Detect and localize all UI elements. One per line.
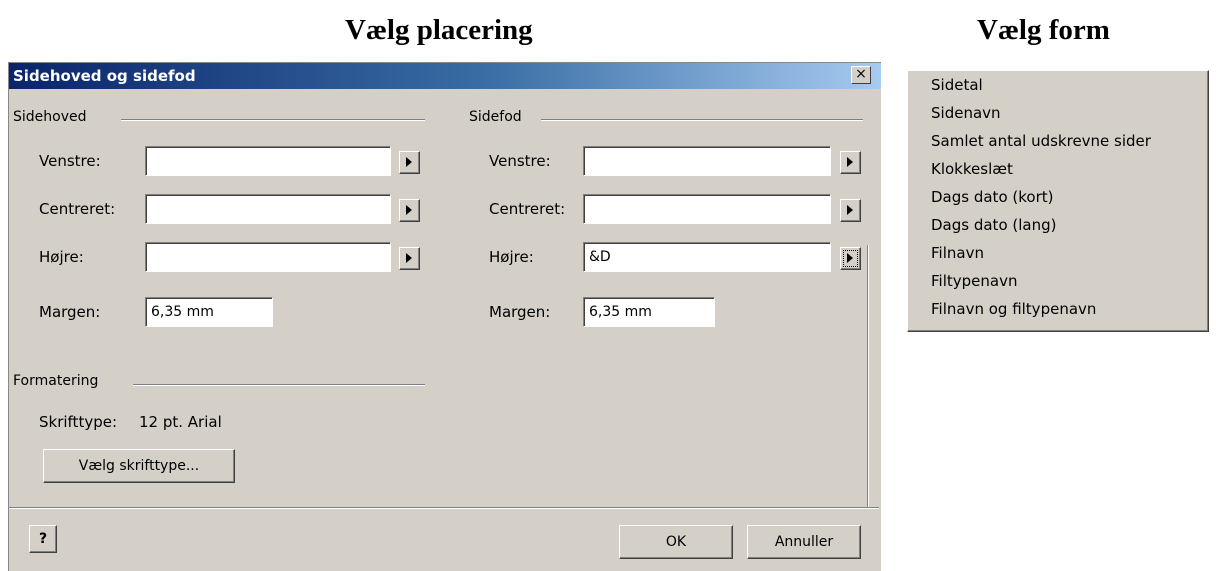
header-center-insert-button[interactable] [399,199,420,222]
font-value: 12 pt. Arial [139,413,222,431]
header-margin-field[interactable]: 6,35 mm [145,297,273,327]
footer-center-label: Centreret: [489,200,566,218]
footer-right-field[interactable]: &D [583,242,831,272]
cancel-button[interactable]: Annuller [747,525,861,559]
arrow-right-icon [406,253,412,263]
menu-item-file-extension[interactable]: Filtypenavn [931,272,1017,290]
menu-item-time[interactable]: Klokkeslæt [931,160,1013,178]
footer-center-field[interactable] [583,194,831,224]
choose-font-button[interactable]: Vælg skrifttype... [43,449,235,483]
header-left-insert-button[interactable] [399,151,420,174]
menu-item-date-short[interactable]: Dags dato (kort) [931,188,1053,206]
dialog-title: Sidehoved og sidefod [13,67,196,85]
help-button[interactable]: ? [29,525,57,553]
menu-item-page-name[interactable]: Sidenavn [931,104,1001,122]
footer-left-insert-button[interactable] [840,151,861,174]
header-left-field[interactable] [145,146,391,176]
arrow-right-icon [847,253,853,263]
menu-connector-line [867,245,869,509]
arrow-right-icon [406,205,412,215]
menu-item-file-name-and-extension[interactable]: Filnavn og filtypenavn [931,300,1096,318]
header-group-label: Sidehoved [13,109,91,125]
format-group-label: Formatering [13,373,103,389]
header-margin-label: Margen: [39,303,101,321]
arrow-right-icon [847,157,853,167]
footer-right-label: Højre: [489,248,534,266]
footer-right-insert-button[interactable] [840,247,861,270]
header-center-field[interactable] [145,194,391,224]
arrow-right-icon [406,157,412,167]
menu-item-file-name[interactable]: Filnavn [931,244,984,262]
menu-item-total-pages[interactable]: Samlet antal udskrevne sider [931,132,1151,150]
close-button[interactable]: × [851,66,871,84]
arrow-right-icon [847,205,853,215]
insert-field-menu: Sidetal Sidenavn Samlet antal udskrevne … [907,70,1209,332]
heading-choose-placement: Vælg placering [345,14,533,46]
header-footer-dialog: Sidehoved og sidefod × Sidehoved Venstre… [8,62,881,571]
footer-center-insert-button[interactable] [840,199,861,222]
footer-left-label: Venstre: [489,152,551,170]
footer-group-line [541,119,863,121]
format-group-line [133,384,425,386]
close-icon: × [855,66,867,82]
footer-margin-field[interactable]: 6,35 mm [583,297,715,327]
help-icon: ? [38,531,48,547]
font-label: Skrifttype: [39,413,118,431]
header-left-label: Venstre: [39,152,101,170]
header-center-label: Centreret: [39,200,116,218]
header-right-insert-button[interactable] [399,247,420,270]
dialog-bottom-separator [9,507,879,509]
header-right-field[interactable] [145,242,391,272]
heading-choose-form: Vælg form [977,14,1110,46]
dialog-titlebar: Sidehoved og sidefod × [9,63,881,89]
menu-item-page-number[interactable]: Sidetal [931,76,983,94]
menu-item-date-long[interactable]: Dags dato (lang) [931,216,1056,234]
header-right-label: Højre: [39,248,84,266]
footer-margin-label: Margen: [489,303,551,321]
footer-group-label: Sidefod [469,109,526,125]
footer-left-field[interactable] [583,146,831,176]
ok-button[interactable]: OK [619,525,733,559]
header-group-line [121,119,425,121]
